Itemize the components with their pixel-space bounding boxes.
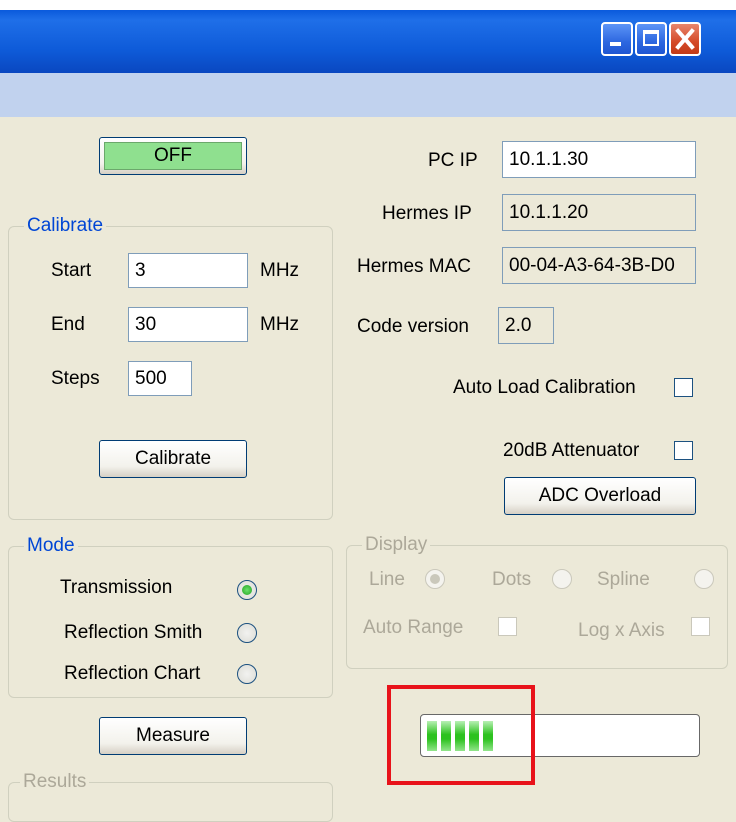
log-x-axis-label: Log x Axis bbox=[578, 620, 665, 641]
end-label: End bbox=[51, 314, 85, 335]
display-group-title: Display bbox=[362, 534, 431, 556]
line-label: Line bbox=[369, 569, 405, 590]
start-label: Start bbox=[51, 260, 92, 281]
spline-radio[interactable] bbox=[694, 569, 714, 589]
code-version-label: Code version bbox=[357, 316, 469, 337]
dots-label: Dots bbox=[492, 569, 532, 590]
reflection-smith-radio[interactable] bbox=[237, 623, 257, 643]
start-unit: MHz bbox=[260, 260, 300, 281]
log-x-axis-checkbox[interactable] bbox=[691, 617, 710, 636]
pc-ip-input[interactable] bbox=[502, 141, 696, 178]
measure-button[interactable]: Measure bbox=[99, 717, 247, 755]
spline-label: Spline bbox=[597, 569, 650, 590]
results-group-title: Results bbox=[20, 771, 90, 793]
hermes-ip-label: Hermes IP bbox=[382, 203, 472, 224]
pc-ip-label: PC IP bbox=[428, 150, 478, 171]
calibrate-button[interactable]: Calibrate bbox=[99, 440, 247, 478]
close-icon[interactable] bbox=[669, 22, 701, 56]
hermes-mac-field: 00-04-A3-64-3B-D0 bbox=[502, 247, 696, 284]
adc-overload-button[interactable]: ADC Overload bbox=[504, 477, 696, 515]
power-toggle-button[interactable]: OFF bbox=[99, 137, 247, 175]
power-toggle-label: OFF bbox=[154, 145, 192, 166]
mode-group-title: Mode bbox=[24, 535, 78, 557]
mode-option-label: Transmission bbox=[60, 577, 173, 598]
attenuator-label: 20dB Attenuator bbox=[503, 440, 640, 461]
end-unit: MHz bbox=[260, 314, 300, 335]
auto-load-calibration-label: Auto Load Calibration bbox=[453, 377, 636, 398]
minimize-glyph bbox=[610, 42, 621, 46]
maximize-icon[interactable] bbox=[635, 22, 667, 56]
radio-selected-dot bbox=[242, 585, 252, 595]
hermes-ip-field: 10.1.1.20 bbox=[502, 194, 696, 231]
start-input[interactable] bbox=[128, 253, 248, 288]
line-radio[interactable] bbox=[425, 569, 445, 589]
highlight-box bbox=[387, 685, 535, 785]
mode-option-label: Reflection Chart bbox=[64, 663, 201, 684]
dots-radio[interactable] bbox=[552, 569, 572, 589]
attenuator-checkbox[interactable] bbox=[674, 441, 693, 460]
auto-load-calibration-checkbox[interactable] bbox=[674, 378, 693, 397]
code-version-field: 2.0 bbox=[498, 307, 554, 344]
calibrate-group-title: Calibrate bbox=[24, 215, 107, 237]
minimize-icon[interactable] bbox=[601, 22, 633, 56]
transmission-radio[interactable] bbox=[237, 580, 257, 600]
mode-option-label: Reflection Smith bbox=[64, 622, 203, 643]
steps-label: Steps bbox=[51, 368, 100, 389]
end-input[interactable] bbox=[128, 307, 248, 342]
hermes-mac-label: Hermes MAC bbox=[357, 256, 472, 277]
radio-selected-dot bbox=[430, 574, 440, 584]
menu-bar bbox=[0, 73, 736, 117]
window-title-bar bbox=[0, 0, 736, 73]
close-glyph bbox=[675, 28, 695, 50]
maximize-glyph bbox=[643, 30, 659, 46]
display-group bbox=[346, 545, 728, 669]
reflection-chart-radio[interactable] bbox=[237, 664, 257, 684]
steps-input[interactable] bbox=[128, 361, 192, 396]
auto-range-label: Auto Range bbox=[363, 617, 464, 638]
auto-range-checkbox[interactable] bbox=[498, 617, 517, 636]
